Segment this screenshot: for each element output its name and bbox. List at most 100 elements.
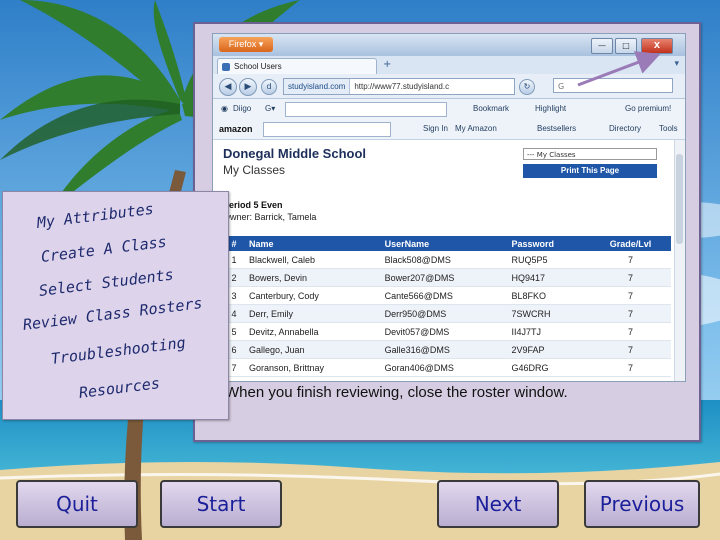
amazon-bestsellers-link[interactable]: Bestsellers — [537, 124, 576, 133]
diigo-logo-icon: ◉ — [221, 104, 228, 113]
table-row: 1 Blackwell, Caleb Black508@DMS RUQ5P5 7 — [223, 251, 671, 269]
firefox-menu-label: Firefox — [228, 39, 257, 49]
column-header: UserName — [380, 236, 508, 251]
table-cell: 2V9FAP — [507, 340, 591, 359]
table-cell: Blackwell, Caleb — [245, 251, 381, 269]
table-cell: II4J7TJ — [507, 322, 591, 341]
start-button[interactable]: Start — [160, 480, 282, 528]
table-cell: Black508@DMS — [380, 251, 508, 269]
instruction-text: When you finish reviewing, close the ros… — [225, 384, 568, 401]
tab-strip: School Users + ▾ — [213, 56, 685, 75]
menu-item-troubleshooting[interactable]: Troubleshooting — [50, 334, 187, 368]
amazon-my-link[interactable]: My Amazon — [455, 124, 497, 133]
table-row: 3 Canterbury, Cody Cante566@DMS BL8FKO 7 — [223, 286, 671, 305]
table-cell: 7 — [590, 251, 671, 269]
menu-item-review-rosters[interactable]: Review Class Rosters — [22, 294, 203, 334]
tab-school-users[interactable]: School Users — [217, 58, 377, 74]
table-cell: Gallego, Juan — [245, 340, 381, 359]
table-cell: 7 — [590, 358, 671, 377]
menu-item-my-attributes[interactable]: My Attributes — [36, 200, 155, 232]
amazon-directory-link[interactable]: Directory — [609, 124, 641, 133]
browser-title-bar: Firefox ▾ — □ X — [213, 34, 685, 56]
back-icon[interactable]: ◀ — [219, 78, 237, 96]
table-row: 6 Gallego, Juan Galle316@DMS 2V9FAP 7 — [223, 340, 671, 359]
table-cell: Derr950@DMS — [380, 304, 508, 323]
table-row: 4 Derr, Emily Derr950@DMS 7SWCRH 7 — [223, 304, 671, 323]
bookmark-button[interactable]: Bookmark — [473, 104, 509, 113]
page-favicon-icon — [222, 63, 230, 71]
diigo-toolbar: ◉ Diigo G▾ Bookmark Highlight Go premium… — [213, 99, 685, 120]
browser-window: Firefox ▾ — □ X School Users + ▾ ◀ ▶ d s… — [212, 33, 686, 382]
table-cell: 7SWCRH — [507, 304, 591, 323]
table-cell: Bower207@DMS — [380, 268, 508, 287]
print-page-button[interactable]: Print This Page — [523, 164, 657, 178]
table-row: 7 Goranson, Brittnay Goran406@DMS G46DRG… — [223, 358, 671, 377]
table-row: 2 Bowers, Devin Bower207@DMS HQ9417 7 — [223, 268, 671, 287]
next-button[interactable]: Next — [437, 480, 559, 528]
table-cell: G46DRG — [507, 358, 591, 377]
table-cell: BL8FKO — [507, 286, 591, 305]
menu-item-resources[interactable]: Resources — [78, 374, 161, 402]
vertical-scrollbar[interactable] — [674, 140, 685, 381]
google-icon[interactable]: G▾ — [265, 104, 275, 113]
column-header: Password — [507, 236, 591, 251]
table-cell: 7 — [590, 322, 671, 341]
site-identity: studyisland.com — [284, 79, 351, 94]
table-cell: 7 — [590, 286, 671, 305]
forward-icon[interactable]: ▶ — [239, 78, 257, 96]
table-cell: RUQ5P5 — [507, 251, 591, 269]
reload-icon[interactable]: ↻ — [519, 79, 535, 95]
scrollbar-thumb[interactable] — [676, 154, 683, 244]
premium-button[interactable]: Go premium! — [625, 104, 671, 113]
search-engine-label: G — [558, 82, 565, 91]
table-cell: Derr, Emily — [245, 304, 381, 323]
topic-menu: My Attributes Create A Class Select Stud… — [2, 191, 229, 420]
column-header: Grade/Lvl — [590, 236, 671, 251]
highlight-button[interactable]: Highlight — [535, 104, 566, 113]
column-header: Name — [245, 236, 381, 251]
menu-item-select-students[interactable]: Select Students — [38, 266, 175, 300]
roster-page: Donegal Middle School My Classes --- My … — [213, 140, 685, 381]
class-select[interactable]: --- My Classes — [523, 148, 657, 160]
amazon-signin-link[interactable]: Sign In — [423, 124, 448, 133]
tab-label: School Users — [234, 62, 282, 71]
minimize-button[interactable]: — — [591, 38, 613, 54]
address-url: http://www77.studyisland.c — [354, 82, 450, 91]
diigo-button[interactable]: Diigo — [233, 104, 251, 113]
table-cell: Cante566@DMS — [380, 286, 508, 305]
tab-list-icon[interactable]: ▾ — [674, 59, 679, 69]
amazon-search-input[interactable] — [263, 122, 391, 137]
owner-label: Owner: Barrick, Tamela — [223, 212, 317, 222]
search-input[interactable]: G — [553, 78, 673, 93]
maximize-button[interactable]: □ — [615, 38, 637, 54]
table-cell: HQ9417 — [507, 268, 591, 287]
school-name: Donegal Middle School — [223, 146, 367, 161]
firefox-menu-button[interactable]: Firefox ▾ — [219, 37, 273, 52]
quit-button[interactable]: Quit — [16, 480, 138, 528]
table-cell: 7 — [590, 268, 671, 287]
table-cell: Bowers, Devin — [245, 268, 381, 287]
diigo-search-input[interactable] — [285, 102, 447, 117]
amazon-tools-link[interactable]: Tools — [659, 124, 678, 133]
navigation-toolbar: ◀ ▶ d studyisland.com http://www77.studyi… — [213, 74, 685, 99]
amazon-toolbar: amazon Sign In My Amazon Bestsellers Dir… — [213, 119, 685, 140]
period-label: Period 5 Even — [223, 200, 283, 210]
table-cell: 7 — [590, 340, 671, 359]
table-row: 5 Devitz, Annabella Devit057@DMS II4J7TJ… — [223, 322, 671, 341]
table-cell: Canterbury, Cody — [245, 286, 381, 305]
table-cell: Galle316@DMS — [380, 340, 508, 359]
address-bar[interactable]: studyisland.com http://www77.studyisland.… — [283, 78, 515, 95]
roster-table: # Name UserName Password Grade/Lvl 1 Bla… — [223, 236, 671, 377]
table-cell: Goranson, Brittnay — [245, 358, 381, 377]
table-cell: Devit057@DMS — [380, 322, 508, 341]
table-cell: Goran406@DMS — [380, 358, 508, 377]
new-tab-icon[interactable]: + — [383, 59, 395, 71]
amazon-logo: amazon — [219, 124, 253, 134]
menu-item-create-class[interactable]: Create A Class — [40, 233, 168, 266]
page-subtitle: My Classes — [223, 163, 286, 177]
previous-button[interactable]: Previous — [584, 480, 700, 528]
roster-header-row: # Name UserName Password Grade/Lvl — [223, 236, 671, 251]
table-cell: 7 — [590, 304, 671, 323]
close-window-button[interactable]: X — [641, 38, 673, 54]
identity-icon[interactable]: d — [261, 79, 277, 95]
